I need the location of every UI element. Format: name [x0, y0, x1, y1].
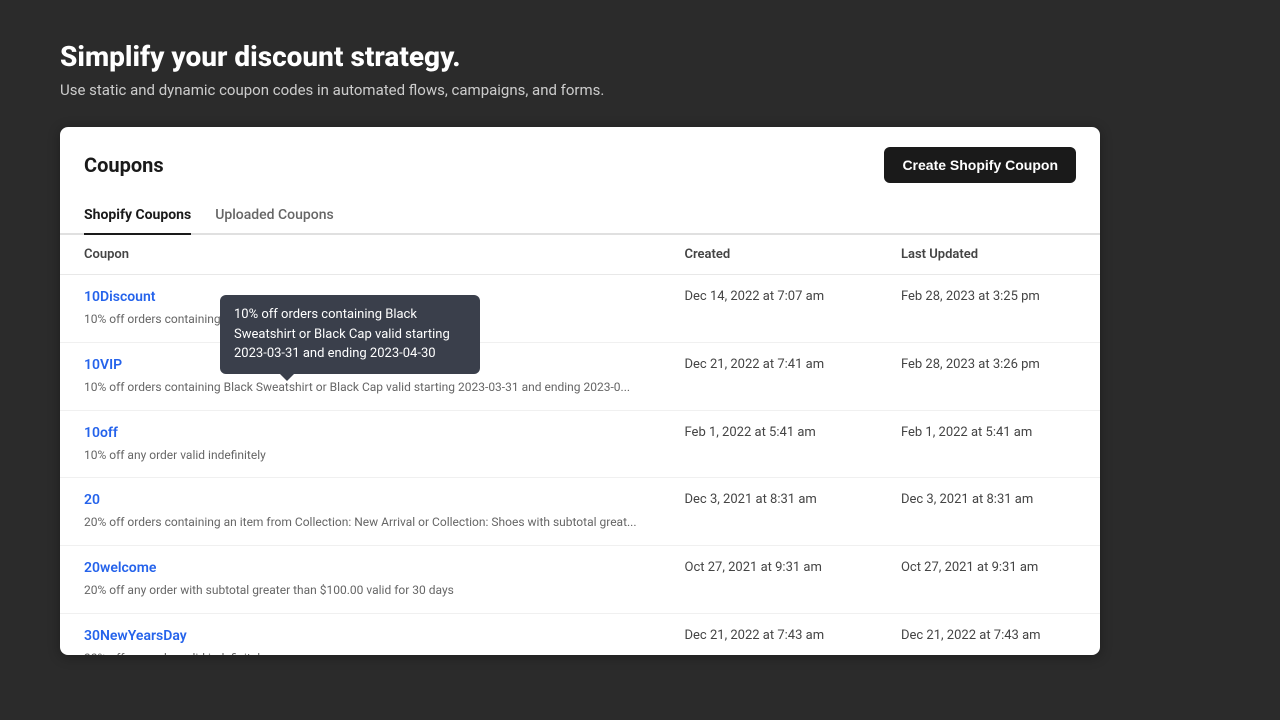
- col-header-created: Created: [661, 235, 877, 275]
- table-row: 20welcome 20% off any order with subtotal…: [60, 546, 1100, 614]
- updated-date: Oct 27, 2021 at 9:31 am: [877, 546, 1100, 614]
- updated-date: Feb 1, 2022 at 5:41 am: [877, 410, 1100, 478]
- coupon-name-link[interactable]: 20: [84, 492, 637, 508]
- created-date: Dec 3, 2021 at 8:31 am: [661, 478, 877, 546]
- create-coupon-button[interactable]: Create Shopify Coupon: [884, 147, 1076, 183]
- coupon-description: 20% off any order with subtotal greater …: [84, 583, 454, 597]
- hero-section: Simplify your discount strategy. Use sta…: [60, 40, 604, 99]
- updated-date: Feb 28, 2023 at 3:25 pm: [877, 275, 1100, 343]
- coupon-description: 30% off any order valid indefinitely: [84, 651, 266, 655]
- created-date: Dec 14, 2022 at 7:07 am: [661, 275, 877, 343]
- coupon-description: 20% off orders containing an item from C…: [84, 515, 637, 529]
- created-date: Dec 21, 2022 at 7:43 am: [661, 613, 877, 655]
- coupon-description: 10% off orders containing an item from C…: [84, 312, 459, 326]
- coupon-name-link[interactable]: 20welcome: [84, 560, 637, 576]
- tabs-bar: Shopify Coupons Uploaded Coupons: [60, 197, 1100, 235]
- coupon-cell: 10Discount 10% off orders containing an i…: [60, 275, 661, 343]
- table-row: 10VIP 10% off orders containing Black Swe…: [60, 342, 1100, 410]
- table-container: Coupon Created Last Updated 10Discount10…: [60, 235, 1100, 655]
- coupon-name-link[interactable]: 10off: [84, 425, 637, 441]
- created-date: Oct 27, 2021 at 9:31 am: [661, 546, 877, 614]
- table-row: 10Discount 10% off orders containing an i…: [60, 275, 1100, 343]
- col-header-updated: Last Updated: [877, 235, 1100, 275]
- coupons-card: Coupons Create Shopify Coupon Shopify Co…: [60, 127, 1100, 655]
- updated-date: Dec 3, 2021 at 8:31 am: [877, 478, 1100, 546]
- coupon-name-link[interactable]: 30NewYearsDay: [84, 628, 637, 644]
- updated-date: Feb 28, 2023 at 3:26 pm: [877, 342, 1100, 410]
- coupon-cell: 10VIP 10% off orders containing Black Swe…: [60, 342, 661, 410]
- coupon-description: 10% off any order valid indefinitely: [84, 448, 266, 462]
- coupon-cell: 20 20% off orders containing an item from…: [60, 478, 661, 546]
- card-title: Coupons: [84, 153, 164, 177]
- hero-title: Simplify your discount strategy.: [60, 40, 604, 73]
- created-date: Feb 1, 2022 at 5:41 am: [661, 410, 877, 478]
- hero-subtitle: Use static and dynamic coupon codes in a…: [60, 81, 604, 99]
- tab-shopify-coupons[interactable]: Shopify Coupons: [84, 197, 191, 235]
- table-row: 30NewYearsDay 30% off any order valid ind…: [60, 613, 1100, 655]
- coupon-name-link[interactable]: 10VIP: [84, 357, 637, 373]
- coupons-table: Coupon Created Last Updated 10Discount10…: [60, 235, 1100, 655]
- coupon-cell: 30NewYearsDay 30% off any order valid ind…: [60, 613, 661, 655]
- coupon-cell: 10off 10% off any order valid indefinitel…: [60, 410, 661, 478]
- table-row: 20 20% off orders containing an item from…: [60, 478, 1100, 546]
- coupon-cell: 20welcome 20% off any order with subtotal…: [60, 546, 661, 614]
- coupon-description: 10% off orders containing Black Sweatshi…: [84, 380, 630, 394]
- coupon-name-link[interactable]: 10Discount: [84, 289, 637, 305]
- created-date: Dec 21, 2022 at 7:41 am: [661, 342, 877, 410]
- col-header-coupon: Coupon: [60, 235, 661, 275]
- card-header: Coupons Create Shopify Coupon: [60, 127, 1100, 183]
- updated-date: Dec 21, 2022 at 7:43 am: [877, 613, 1100, 655]
- table-header-row: Coupon Created Last Updated: [60, 235, 1100, 275]
- tab-uploaded-coupons[interactable]: Uploaded Coupons: [215, 197, 334, 235]
- table-row: 10off 10% off any order valid indefinitel…: [60, 410, 1100, 478]
